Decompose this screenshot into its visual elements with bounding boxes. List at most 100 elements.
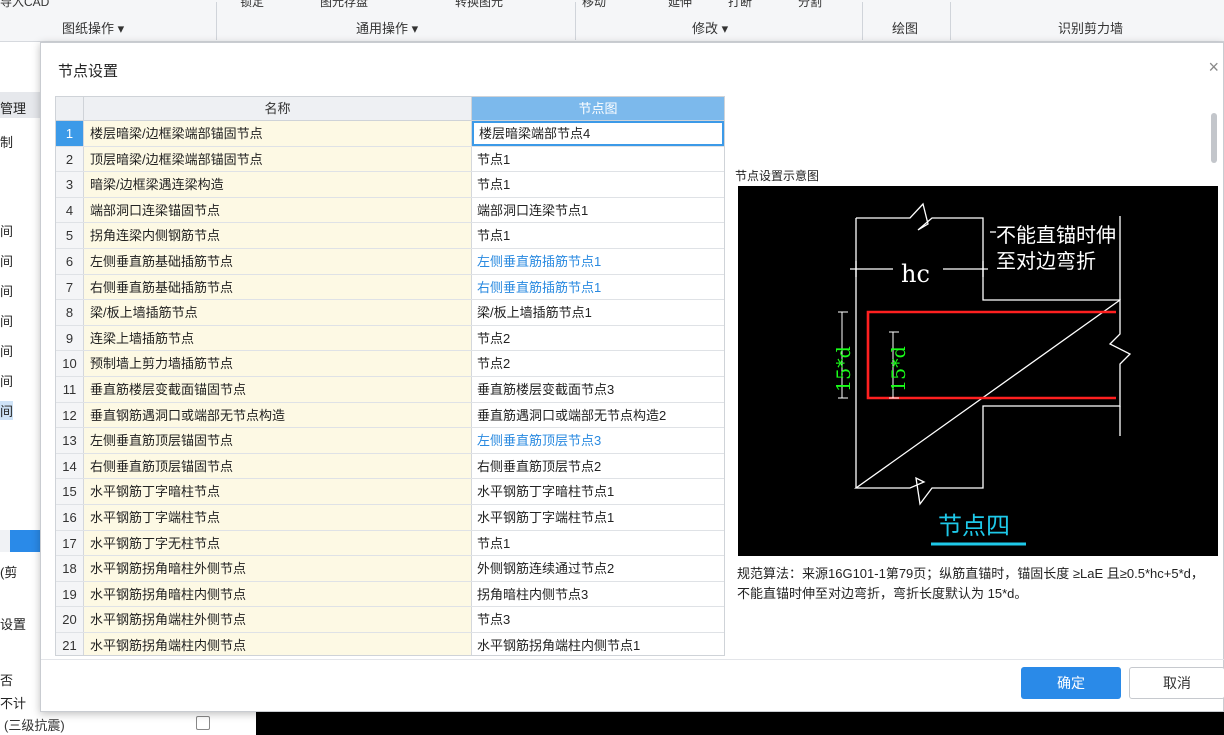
cancel-button[interactable]: 取消 <box>1129 667 1224 699</box>
row-node-select[interactable]: 水平钢筋丁字暗柱节点1 <box>472 479 724 504</box>
panel-item-selected[interactable]: 间 <box>0 401 14 420</box>
panel-item[interactable]: 间 <box>0 281 13 300</box>
row-name: 垂直钢筋遇洞口或端部无节点构造 <box>84 402 472 428</box>
row-index: 15 <box>56 479 84 504</box>
panel-item[interactable]: 间 <box>0 341 13 360</box>
panel-item[interactable]: 间 <box>0 371 13 390</box>
ribbon-toolbar: 导入CAD 锁定 图元存盘 转换图元 移动 延伸 打断 分割 图纸操作 ▾ 通用… <box>0 0 1224 42</box>
row-node-select[interactable]: 端部洞口连梁节点1 <box>472 197 724 223</box>
panel-prop: 不计 <box>0 696 27 711</box>
row-node-select[interactable]: 节点1 <box>472 172 724 197</box>
table-row[interactable]: 13 左侧垂直筋顶层锚固节点 左侧垂直筋顶层节点3 <box>56 428 724 454</box>
table-row[interactable]: 3 暗梁/边框梁遇连梁构造 节点1 <box>56 172 724 198</box>
row-index: 2 <box>56 146 84 172</box>
table-row[interactable]: 8 梁/板上墙插筋节点 梁/板上墙插筋节点1 <box>56 300 724 326</box>
row-node-select[interactable]: 节点2 <box>472 351 724 376</box>
table-row[interactable]: 7 右侧垂直筋基础插筋节点 右侧垂直筋插筋节点1 <box>56 274 724 301</box>
row-index: 1 <box>56 121 84 146</box>
row-index: 4 <box>56 197 84 223</box>
table-row[interactable]: 20 水平钢筋拐角端柱外侧节点 节点3 <box>56 607 724 633</box>
node-preview-image: 15*d 15*d hc 不能直锚时伸 至对边弯折 节点四 <box>738 186 1218 556</box>
ok-button[interactable]: 确定 <box>1021 667 1121 699</box>
row-node-select[interactable]: 节点2 <box>472 325 724 351</box>
ribbon-group-draw[interactable]: 绘图 <box>892 18 918 37</box>
table-row[interactable]: 14 右侧垂直筋顶层锚固节点 右侧垂直筋顶层节点2 <box>56 453 724 480</box>
row-node-select[interactable]: 楼层暗梁端部节点4 <box>472 121 724 146</box>
row-index: 11 <box>56 376 84 402</box>
close-icon[interactable]: × <box>1208 57 1219 78</box>
row-index: 14 <box>56 453 84 479</box>
row-node-select[interactable]: 拐角暗柱内侧节点3 <box>472 581 724 607</box>
dim-outer-label: 15*d <box>833 346 855 392</box>
row-node-select[interactable]: 垂直筋遇洞口或端部无节点构造2 <box>472 402 724 428</box>
cad-canvas[interactable] <box>256 712 1224 735</box>
scrollbar-thumb[interactable] <box>1211 113 1217 163</box>
row-name: 预制墙上剪力墙插筋节点 <box>84 351 472 376</box>
panel-tab-manage[interactable]: 管理 <box>0 98 26 117</box>
ribbon-item-lock[interactable]: 锁定 <box>240 0 264 10</box>
bottom-strip: (三级抗震) <box>0 712 1224 735</box>
row-node-select[interactable]: 垂直筋楼层变截面节点3 <box>472 376 724 402</box>
panel-prop: 否 <box>0 673 14 688</box>
row-index: 12 <box>56 402 84 428</box>
seismic-checkbox[interactable] <box>196 716 210 730</box>
row-name: 水平钢筋拐角暗柱外侧节点 <box>84 556 472 581</box>
row-node-select[interactable]: 左侧垂直筋插筋节点1 <box>472 248 724 274</box>
row-name: 顶层暗梁/边框梁端部锚固节点 <box>84 146 472 172</box>
ribbon-item-split[interactable]: 分割 <box>798 0 822 10</box>
table-row[interactable]: 18 水平钢筋拐角暗柱外侧节点 外侧钢筋连续通过节点2 <box>56 556 724 582</box>
hc-label: hc <box>901 260 930 288</box>
row-node-select[interactable]: 外侧钢筋连续通过节点2 <box>472 556 724 581</box>
table-row[interactable]: 10 预制墙上剪力墙插筋节点 节点2 <box>56 351 724 377</box>
ribbon-separator <box>950 2 951 40</box>
table-row[interactable]: 2 顶层暗梁/边框梁端部锚固节点 节点1 <box>56 146 724 173</box>
table-row[interactable]: 11 垂直筋楼层变截面锚固节点 垂直筋楼层变截面节点3 <box>56 376 724 403</box>
row-name: 连梁上墙插筋节点 <box>84 325 472 351</box>
ribbon-item-break[interactable]: 打断 <box>728 0 752 10</box>
panel-item[interactable]: 间 <box>0 251 13 270</box>
row-node-select[interactable]: 节点1 <box>472 530 724 556</box>
panel-item[interactable]: 间 <box>0 311 13 330</box>
table-row[interactable]: 19 水平钢筋拐角暗柱内侧节点 拐角暗柱内侧节点3 <box>56 581 724 608</box>
row-name: 水平钢筋丁字端柱节点 <box>84 504 472 530</box>
header-index <box>56 97 84 121</box>
ribbon-item-move[interactable]: 移动 <box>582 0 606 10</box>
table-row[interactable]: 17 水平钢筋丁字无柱节点 节点1 <box>56 530 724 557</box>
row-name: 楼层暗梁/边框梁端部锚固节点 <box>84 121 472 146</box>
ribbon-item-import-cad[interactable]: 导入CAD <box>0 0 49 10</box>
row-node-select[interactable]: 节点1 <box>472 146 724 172</box>
row-node-select[interactable]: 梁/板上墙插筋节点1 <box>472 300 724 325</box>
ribbon-group-recognize-shear-wall[interactable]: 识别剪力墙 <box>1058 18 1123 37</box>
table-row[interactable]: 15 水平钢筋丁字暗柱节点 水平钢筋丁字暗柱节点1 <box>56 479 724 505</box>
ribbon-item-convert[interactable]: 转换图元 <box>455 0 503 10</box>
note-line-2: 至对边弯折 <box>996 249 1096 273</box>
ribbon-item-save-element[interactable]: 图元存盘 <box>320 0 368 10</box>
panel-prop: 设置 <box>0 617 27 632</box>
table-right-border <box>724 96 725 656</box>
row-index: 13 <box>56 428 84 453</box>
ribbon-group-common-ops[interactable]: 通用操作 ▾ <box>356 18 418 37</box>
table-row[interactable]: 6 左侧垂直筋基础插筋节点 左侧垂直筋插筋节点1 <box>56 248 724 275</box>
row-node-select[interactable]: 右侧垂直筋顶层节点2 <box>472 453 724 479</box>
table-row[interactable]: 4 端部洞口连梁锚固节点 端部洞口连梁节点1 <box>56 197 724 224</box>
row-node-select[interactable]: 左侧垂直筋顶层节点3 <box>472 428 724 453</box>
ribbon-group-drawing-ops[interactable]: 图纸操作 ▾ <box>62 18 124 37</box>
panel-item[interactable]: 间 <box>0 221 13 240</box>
ribbon-group-modify[interactable]: 修改 ▾ <box>692 18 728 37</box>
header-node: 节点图 <box>472 97 724 121</box>
row-node-select[interactable]: 水平钢筋拐角端柱内侧节点1 <box>472 632 724 655</box>
row-index: 17 <box>56 530 84 556</box>
row-node-select[interactable]: 水平钢筋丁字端柱节点1 <box>472 504 724 530</box>
row-name: 拐角连梁内侧钢筋节点 <box>84 223 472 248</box>
panel-item[interactable]: 制 <box>0 132 13 151</box>
table-row[interactable]: 21 水平钢筋拐角端柱内侧节点 水平钢筋拐角端柱内侧节点1 <box>56 632 724 655</box>
table-row[interactable]: 9 连梁上墙插筋节点 节点2 <box>56 325 724 352</box>
row-node-select[interactable]: 节点3 <box>472 607 724 632</box>
row-node-select[interactable]: 右侧垂直筋插筋节点1 <box>472 274 724 300</box>
table-row[interactable]: 12 垂直钢筋遇洞口或端部无节点构造 垂直筋遇洞口或端部无节点构造2 <box>56 402 724 429</box>
table-row[interactable]: 1 楼层暗梁/边框梁端部锚固节点 楼层暗梁端部节点4 <box>56 121 724 147</box>
row-node-select[interactable]: 节点1 <box>472 223 724 248</box>
table-row[interactable]: 16 水平钢筋丁字端柱节点 水平钢筋丁字端柱节点1 <box>56 504 724 531</box>
table-row[interactable]: 5 拐角连梁内侧钢筋节点 节点1 <box>56 223 724 249</box>
ribbon-item-extend[interactable]: 延伸 <box>668 0 692 10</box>
